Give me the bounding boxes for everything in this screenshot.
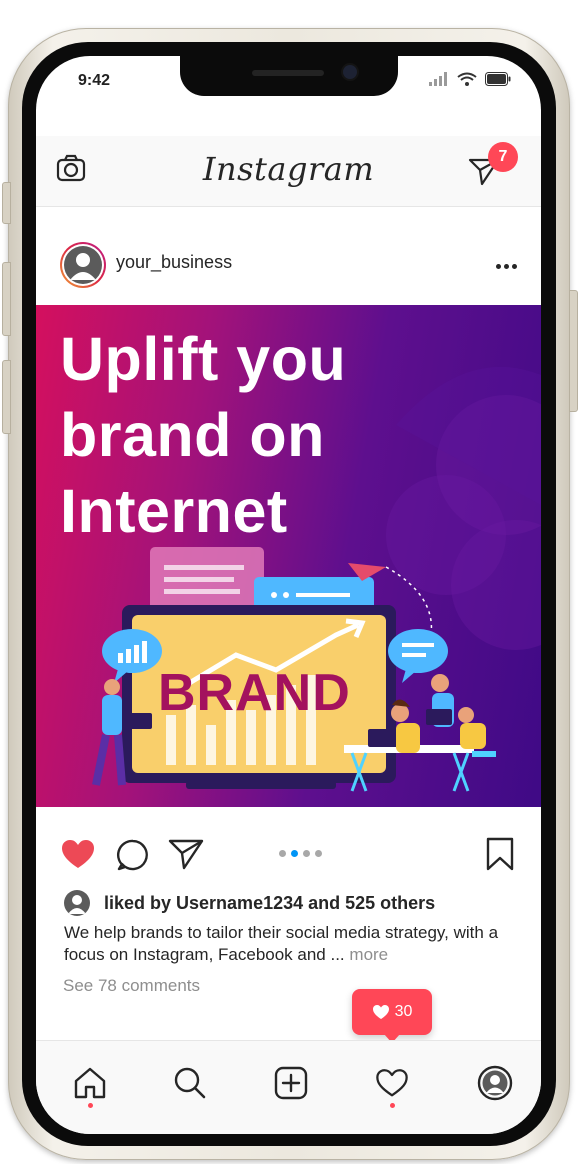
bookmark-icon[interactable] — [484, 836, 516, 872]
post-headline: Uplift you brand on Internet — [60, 325, 347, 545]
carousel-dot — [303, 850, 310, 857]
earpiece-speaker — [252, 70, 324, 76]
view-comments-link[interactable]: See 78 comments — [63, 976, 200, 996]
notification-badge: 7 — [488, 142, 518, 172]
more-options-icon[interactable] — [496, 264, 517, 269]
post-header: your_business — [36, 206, 541, 306]
nav-activity[interactable] — [372, 1063, 412, 1103]
status-time: 9:42 — [78, 72, 111, 89]
liker-avatar-icon[interactable] — [64, 890, 90, 916]
likes-notification-bubble[interactable]: 30 — [352, 989, 432, 1043]
post-username[interactable]: your_business — [116, 252, 232, 273]
comment-icon[interactable] — [116, 838, 150, 872]
home-icon — [74, 1067, 106, 1099]
mute-switch — [2, 182, 11, 224]
notch — [180, 56, 398, 96]
carousel-indicator — [279, 850, 322, 857]
volume-up-button — [2, 262, 11, 336]
front-camera — [343, 65, 357, 79]
nav-create[interactable] — [271, 1063, 311, 1103]
activity-heart-icon — [376, 1069, 408, 1097]
home-active-dot — [88, 1103, 93, 1108]
nav-profile[interactable] — [475, 1063, 515, 1103]
battery-icon — [485, 72, 511, 86]
status-icons — [429, 72, 511, 86]
liked-by-text[interactable]: liked by Username1234 and 525 others — [104, 893, 435, 914]
likes-notification-count: 30 — [394, 1003, 413, 1020]
caption-more-link[interactable]: more — [349, 945, 388, 964]
post-actions — [36, 824, 541, 884]
wifi-icon — [457, 72, 477, 86]
app-header: Instagram 7 — [36, 136, 541, 207]
post-image[interactable]: Uplift you brand on Internet BRAND — [36, 305, 541, 807]
like-heart-icon[interactable] — [60, 838, 96, 870]
caption-text: We help brands to tailor their social me… — [64, 923, 499, 964]
nav-search[interactable] — [170, 1063, 210, 1103]
add-post-icon — [274, 1066, 308, 1100]
app-logo: Instagram — [202, 150, 375, 188]
avatar-placeholder-icon — [64, 246, 102, 284]
activity-dot — [390, 1103, 395, 1108]
profile-icon — [477, 1065, 513, 1101]
power-button — [569, 290, 578, 412]
post-avatar[interactable] — [60, 242, 106, 288]
post-caption: We help brands to tailor their social me… — [64, 922, 514, 966]
phone-screen: 9:42 Instagram 7 your_business Uplift yo… — [36, 56, 541, 1134]
share-icon[interactable] — [168, 838, 204, 870]
volume-down-button — [2, 360, 11, 434]
heart-icon — [372, 1005, 389, 1019]
bottom-navigation — [36, 1040, 541, 1134]
liked-by-row: liked by Username1234 and 525 others — [64, 888, 435, 918]
carousel-dot-active — [291, 850, 298, 857]
nav-home[interactable] — [70, 1063, 110, 1103]
carousel-dot — [279, 850, 286, 857]
carousel-dot — [315, 850, 322, 857]
signal-icon — [429, 72, 447, 86]
search-icon — [174, 1067, 206, 1099]
image-brand-text: BRAND — [158, 664, 351, 722]
